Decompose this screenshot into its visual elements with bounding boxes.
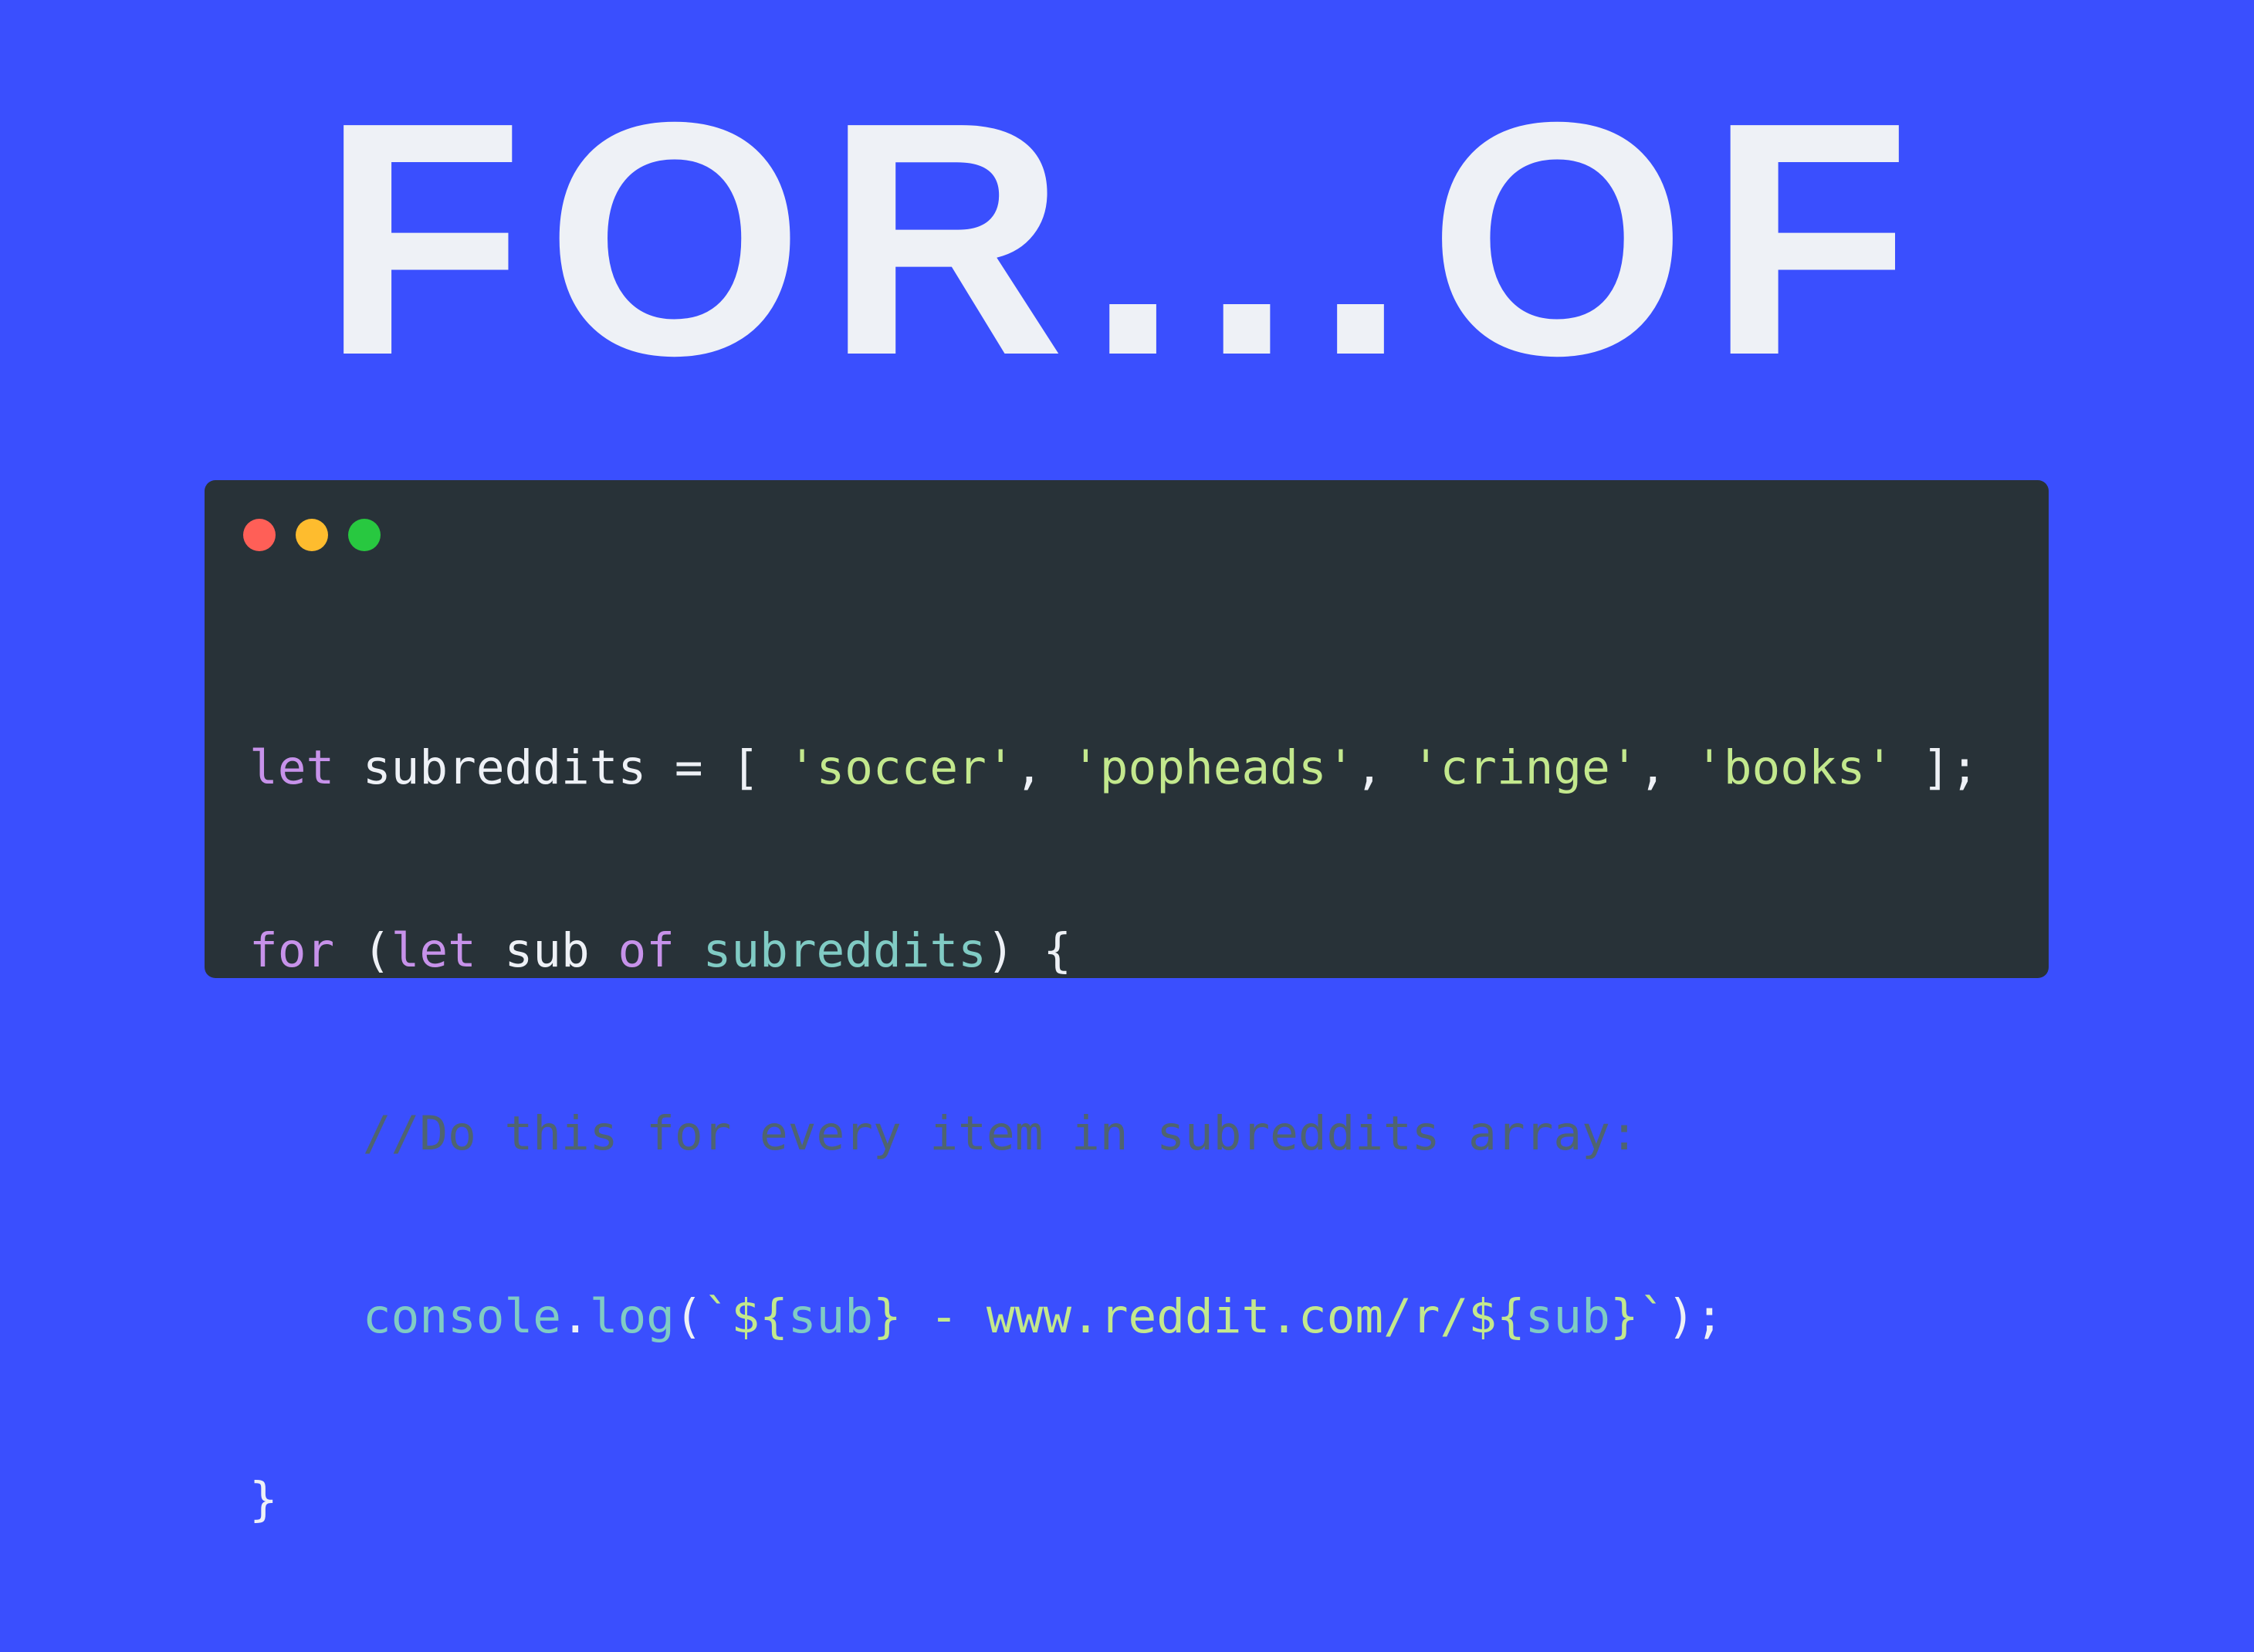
template-start: `${ [702,1289,788,1344]
paren: ( [674,1289,703,1344]
variable-sub: sub [476,923,618,978]
array-close: ]; [1894,740,1979,795]
page-title: FOR...OF [321,54,1933,425]
string-soccer: 'soccer' [787,740,1015,795]
code-editor-window: let subreddits = [ 'soccer', 'popheads',… [205,480,2049,1527]
code-line-5: } [249,1469,1978,1530]
paren-close-brace: ) { [986,923,1072,978]
statement-end: ); [1667,1289,1724,1344]
dot: . [560,1289,590,1344]
paren-open: ( [334,923,391,978]
comma: , [1014,740,1072,795]
string-books: 'books' [1695,740,1894,795]
identifier-log: log [589,1289,675,1344]
window-controls [243,519,381,551]
code-line-4: console.log(`${sub} - www.reddit.com/r/$… [249,1286,1978,1347]
code-line-3: //Do this for every item in subreddits a… [249,1103,1978,1164]
identifier-console: console [362,1289,561,1344]
keyword-let: let [249,740,335,795]
close-dot-icon[interactable] [243,519,276,551]
identifier-sub: sub [1525,1289,1610,1344]
maximize-dot-icon[interactable] [348,519,381,551]
string-popheads: 'popheads' [1071,740,1355,795]
identifier-subreddits: subreddits [702,923,987,978]
code-block: let subreddits = [ 'soccer', 'popheads',… [249,615,1978,1652]
keyword-let: let [391,923,476,978]
keyword-for: for [249,923,335,978]
identifier-sub: sub [787,1289,874,1344]
keyword-of: of [618,923,675,978]
code-line-1: let subreddits = [ 'soccer', 'popheads',… [249,737,1978,798]
template-end: }` [1609,1289,1667,1344]
code-line-2: for (let sub of subreddits) { [249,920,1978,981]
code-comment: //Do this for every item in subreddits a… [362,1106,1639,1161]
comma: , [1355,740,1412,795]
minimize-dot-icon[interactable] [296,519,328,551]
closing-brace: } [249,1472,278,1527]
comma: , [1638,740,1696,795]
template-middle: } - www.reddit.com/r/${ [873,1289,1525,1344]
string-cringe: 'cringe' [1411,740,1639,795]
variable-declaration: subreddits = [ [334,740,788,795]
